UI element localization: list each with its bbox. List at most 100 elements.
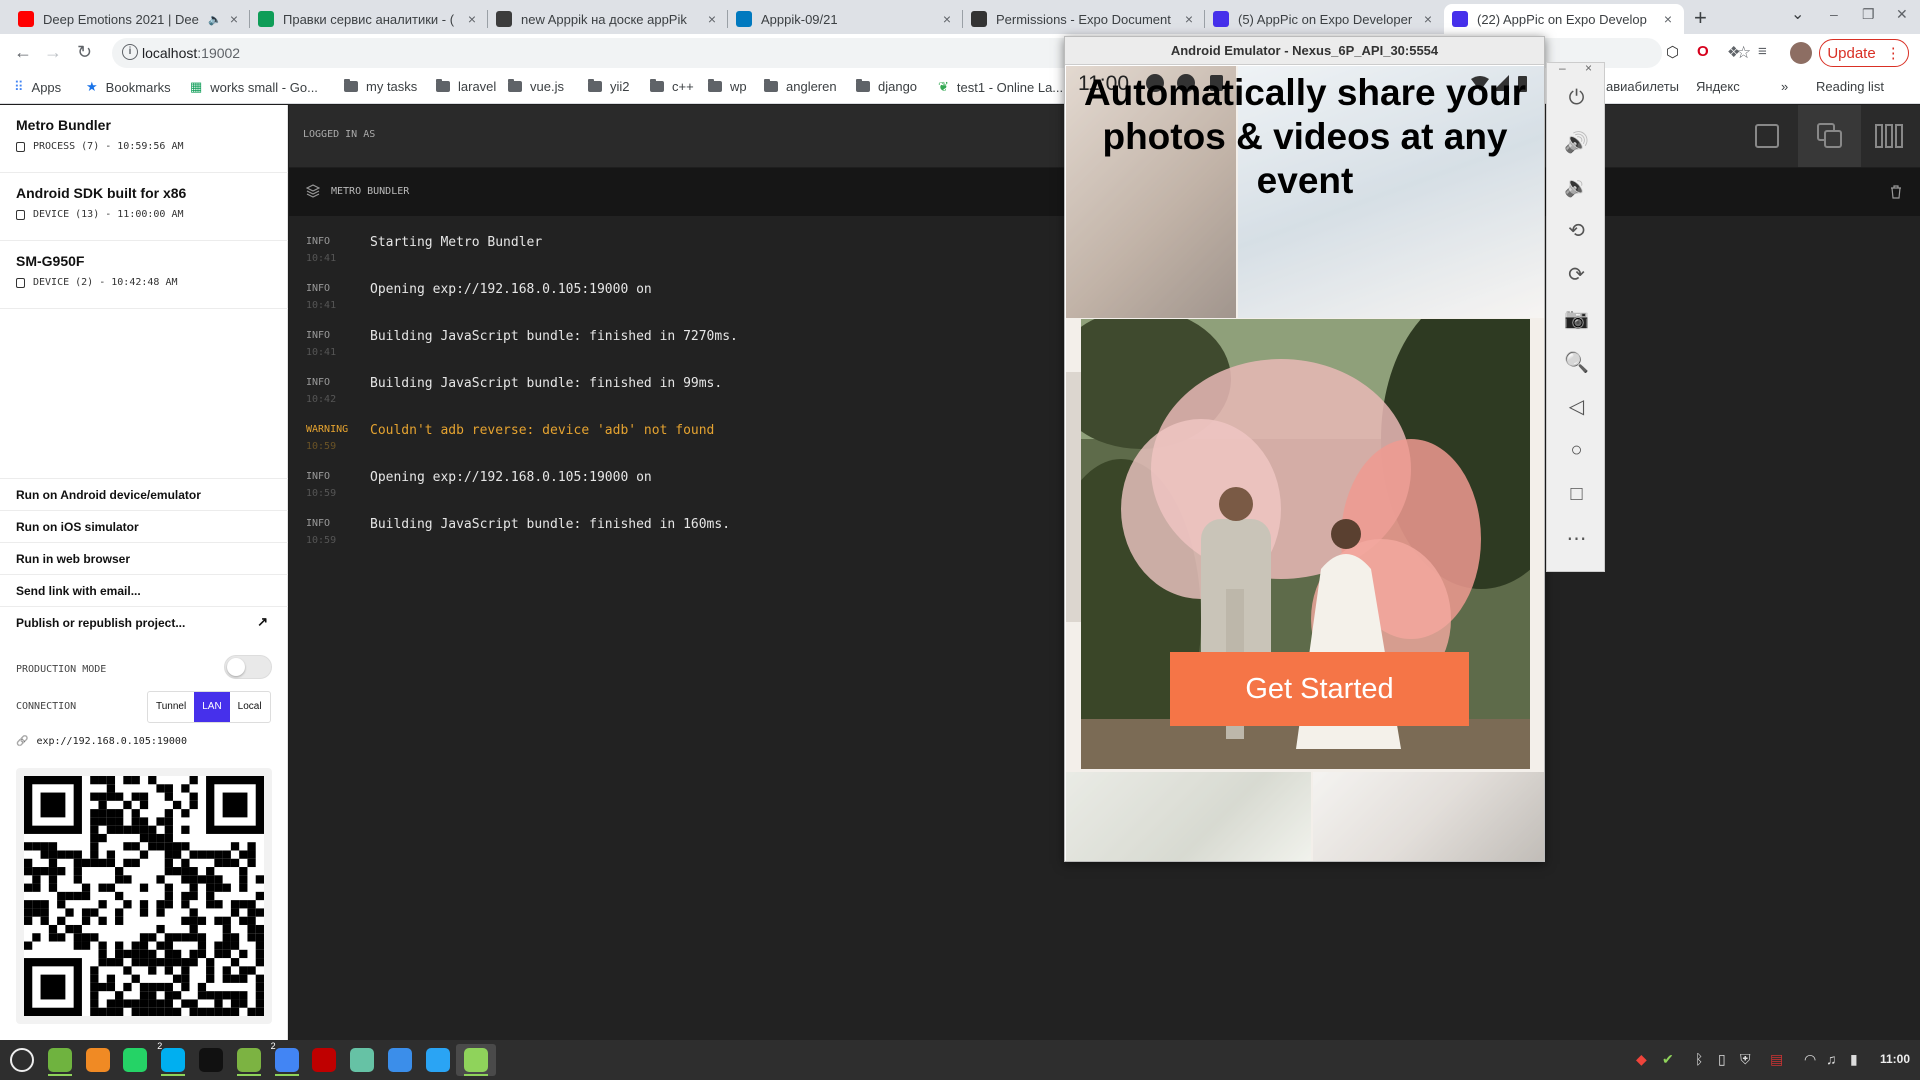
shield-tray-icon[interactable]: ⛨ [1740, 1051, 1751, 1068]
production-mode-toggle[interactable] [224, 655, 272, 679]
bookmark-right-item[interactable]: Яндекс [1696, 79, 1740, 94]
back-icon[interactable]: ← [14, 42, 32, 63]
url-text[interactable]: localhost:19002 [142, 45, 240, 61]
tab-close-icon[interactable]: × [704, 11, 720, 27]
mint-menu-taskbar-button[interactable] [2, 1044, 42, 1076]
get-started-button[interactable]: Get Started [1170, 652, 1469, 726]
browser-tab[interactable]: Правки сервис аналитики - (× [250, 4, 488, 34]
browser-tab[interactable]: Deep Emotions 2021 | Dee 🔈 × [10, 4, 250, 34]
overview-button[interactable]: □ [1547, 472, 1606, 516]
tab-close-icon[interactable]: × [1660, 11, 1676, 27]
site-info-icon[interactable]: i [122, 44, 138, 60]
bookmark-leaf[interactable]: ❦ test1 - Online La... [938, 79, 1063, 95]
close-window-icon[interactable]: ✕ [1896, 6, 1908, 23]
connection-option-lan[interactable]: LAN [194, 692, 230, 722]
bluetooth-tray-icon[interactable]: ᛒ [1695, 1051, 1703, 1067]
terminal-taskbar-button[interactable] [191, 1044, 231, 1076]
back-button[interactable]: ◁ [1547, 384, 1606, 428]
forward-icon[interactable]: → [44, 42, 62, 63]
process-item[interactable]: Android SDK built for x86 DEVICE (13) - 1… [0, 173, 288, 241]
bookmark-star[interactable]: ★ Bookmarks [86, 79, 171, 95]
tab-close-icon[interactable]: × [226, 11, 242, 27]
battery-tray-icon[interactable]: ▮ [1850, 1051, 1858, 1068]
sidebar-action[interactable]: Run in web browser [0, 542, 288, 574]
sidebar-action[interactable]: Publish or republish project... ↗ [0, 606, 288, 638]
filezilla-taskbar-button[interactable] [304, 1044, 344, 1076]
bookmark-folder[interactable]: laravel [436, 79, 496, 94]
bookmark-folder[interactable]: django [856, 79, 917, 94]
bookmark-folder[interactable]: my tasks [344, 79, 417, 94]
bookmark-folder[interactable]: wp [708, 79, 747, 94]
bookmark-folder[interactable]: vue.js [508, 79, 564, 94]
atom-taskbar-button[interactable] [342, 1044, 382, 1076]
bookmark-right-item[interactable]: » [1781, 79, 1788, 94]
minimize-icon[interactable]: – [1559, 61, 1566, 75]
power-button[interactable]: ⏻ [1547, 76, 1606, 120]
browser-tab[interactable]: Apppik-09/21 × [728, 4, 963, 34]
close-icon[interactable]: × [1585, 61, 1592, 75]
layout-columns-button[interactable] [1857, 105, 1920, 167]
process-item[interactable]: Metro Bundler PROCESS (7) - 10:59:56 AM [0, 105, 288, 173]
tab-close-icon[interactable]: × [464, 11, 480, 27]
skype-taskbar-button[interactable]: 2 [153, 1041, 193, 1076]
clipboard-tray-icon[interactable]: ▯ [1718, 1051, 1726, 1068]
firefox-taskbar-button[interactable] [78, 1044, 118, 1076]
opera-extension-icon[interactable]: O [1697, 43, 1709, 60]
bookmark-sheet[interactable]: ▦ works small - Go... [190, 79, 318, 95]
rotate-right-button[interactable]: ⟳ [1547, 252, 1606, 296]
anydesk-tray-icon[interactable]: ◆ [1636, 1051, 1647, 1068]
taskbar-clock[interactable]: 11:00 [1880, 1052, 1910, 1066]
reading-list-icon[interactable]: ≡ [1758, 43, 1767, 60]
bookmark-right-item[interactable]: Reading list [1816, 79, 1884, 94]
exp-url-row[interactable]: 🔗 exp://192.168.0.105:19000 [16, 736, 187, 747]
connection-option-tunnel[interactable]: Tunnel [148, 692, 194, 722]
bookmark-apps[interactable]: ⠿ Apps [14, 79, 61, 95]
files-taskbar-button[interactable] [40, 1044, 80, 1076]
browser-tab[interactable]: (5) AppPic on Expo Developer × [1205, 4, 1444, 34]
browser-tab[interactable]: new Apppik на доске appPik × [488, 4, 728, 34]
tab-search-icon[interactable]: ⌄ [1791, 4, 1804, 24]
layout-single-button[interactable] [1735, 105, 1798, 167]
zoom-button[interactable]: 🔍 [1547, 340, 1606, 384]
browser-tab[interactable]: Permissions - Expo Document × [963, 4, 1205, 34]
trash-icon[interactable] [1890, 185, 1902, 199]
sidebar-action[interactable]: Send link with email... [0, 574, 288, 606]
new-tab-icon[interactable]: + [1694, 5, 1707, 31]
bookmark-folder[interactable]: yii2 [588, 79, 630, 94]
process-item[interactable]: SM-G950F DEVICE (2) - 10:42:48 AM [0, 241, 288, 309]
flag-us-tray-icon[interactable]: ▤ [1770, 1051, 1783, 1068]
home-button[interactable]: ○ [1547, 428, 1606, 472]
update-ok-tray-icon[interactable]: ✔ [1662, 1051, 1674, 1068]
restore-window-icon[interactable]: ❐ [1862, 6, 1875, 23]
sidebar-action[interactable]: Run on Android device/emulator [0, 478, 288, 510]
camera-button[interactable]: 📷 [1547, 296, 1606, 340]
folder-taskbar-button[interactable] [229, 1044, 269, 1076]
connection-option-local[interactable]: Local [230, 692, 270, 722]
wifi-tray-icon[interactable]: ◠ [1804, 1051, 1816, 1068]
sidebar-action[interactable]: Run on iOS simulator [0, 510, 288, 542]
layout-stacked-button[interactable] [1798, 105, 1861, 167]
tab-close-icon[interactable]: × [939, 11, 955, 27]
extensions-puzzle-icon[interactable]: ❖ [1727, 43, 1740, 61]
phone-screen[interactable]: 11:00 Automatically share your photos & … [1066, 66, 1544, 861]
profile-avatar[interactable] [1790, 42, 1812, 64]
bookmark-right-item[interactable]: авиабилеты [1606, 79, 1679, 94]
browser-tab[interactable]: (22) AppPic on Expo Develop × [1444, 4, 1684, 34]
bookmark-folder[interactable]: angleren [764, 79, 837, 94]
webstorm-taskbar-button[interactable] [418, 1044, 458, 1076]
tab-audio-icon[interactable]: 🔈 [208, 13, 222, 26]
android-studio-taskbar-button[interactable] [455, 1044, 496, 1076]
music-tray-icon[interactable]: ♫ [1826, 1051, 1837, 1067]
tab-close-icon[interactable]: × [1181, 11, 1197, 27]
whatsapp-taskbar-button[interactable] [115, 1044, 155, 1076]
reload-icon[interactable]: ↻ [77, 42, 92, 63]
volume-down-button[interactable]: 🔉 [1547, 164, 1606, 208]
minimize-window-icon[interactable]: – [1830, 6, 1838, 22]
phpstorm-taskbar-button[interactable] [380, 1044, 420, 1076]
tab-close-icon[interactable]: × [1420, 11, 1436, 27]
chrome-taskbar-button[interactable]: 2 [267, 1041, 307, 1076]
rotate-left-button[interactable]: ⟲ [1547, 208, 1606, 252]
more-button[interactable]: ⋯ [1547, 516, 1606, 560]
extension-cube-icon[interactable]: ⬡ [1666, 43, 1679, 61]
bookmark-folder[interactable]: c++ [650, 79, 694, 94]
